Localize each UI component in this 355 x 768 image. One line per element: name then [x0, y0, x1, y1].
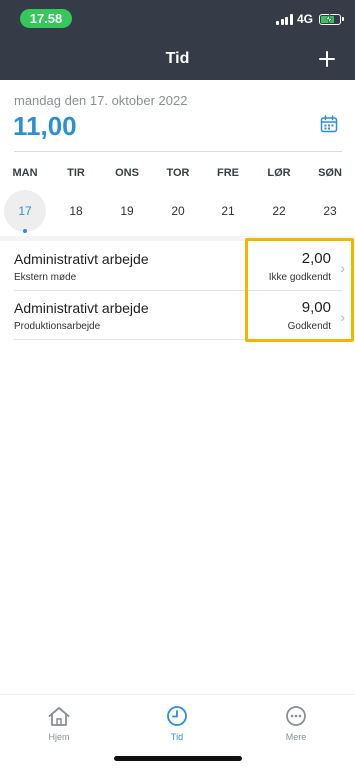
day-21[interactable]: 21: [207, 190, 249, 232]
day-22[interactable]: 22: [258, 190, 300, 232]
weekday-label: FRE: [217, 167, 239, 179]
tab-label: Hjem: [48, 732, 70, 742]
tab-label: Tid: [170, 732, 184, 742]
weekday-label: ONS: [115, 167, 139, 179]
weekday-label: MAN: [12, 167, 38, 179]
more-icon: [286, 706, 306, 726]
highlight-box: [245, 238, 354, 342]
tab-time[interactable]: Tid: [147, 705, 207, 742]
home-icon: [48, 707, 70, 726]
entry-indicator-dot: [23, 229, 27, 233]
tab-more[interactable]: Mere: [266, 705, 326, 742]
status-indicators: 4G: [276, 11, 344, 27]
divider: [14, 151, 342, 152]
entry-title: Administrativt arbejde: [14, 300, 149, 316]
day-17[interactable]: 17: [4, 190, 46, 232]
status-time: 17.58: [20, 9, 72, 28]
top-bar: 17.58 4G Tid: [0, 0, 355, 80]
tab-label: Mere: [285, 732, 307, 742]
weekday-label: LØR: [267, 167, 291, 179]
signal-icon: [276, 13, 293, 25]
entry-title: Administrativt arbejde: [14, 251, 149, 267]
tab-home[interactable]: Hjem: [29, 705, 89, 742]
weekday-label: SØN: [318, 167, 342, 179]
weekday-header: MAN TIR ONS TOR FRE LØR SØN: [0, 167, 355, 181]
clock-icon: [167, 706, 187, 726]
add-entry-button[interactable]: [317, 49, 337, 69]
day-19[interactable]: 19: [106, 190, 148, 232]
day-23[interactable]: 23: [309, 190, 351, 232]
week-dates: 17 18 19 20 21 22 23: [0, 190, 355, 234]
entry-subtitle: Ekstern møde: [14, 272, 77, 283]
battery-icon: [319, 13, 344, 25]
selected-date: mandag den 17. oktober 2022: [14, 93, 188, 108]
day-20[interactable]: 20: [157, 190, 199, 232]
weekday-label: TOR: [166, 167, 190, 179]
entry-subtitle: Produktionsarbejde: [14, 321, 101, 332]
calendar-icon[interactable]: [320, 115, 338, 133]
network-label: 4G: [296, 12, 313, 26]
page-title: Tid: [165, 50, 190, 67]
day-18[interactable]: 18: [55, 190, 97, 232]
total-hours: 11,00: [13, 111, 77, 141]
home-indicator: [114, 756, 242, 761]
weekday-label: TIR: [67, 167, 85, 179]
